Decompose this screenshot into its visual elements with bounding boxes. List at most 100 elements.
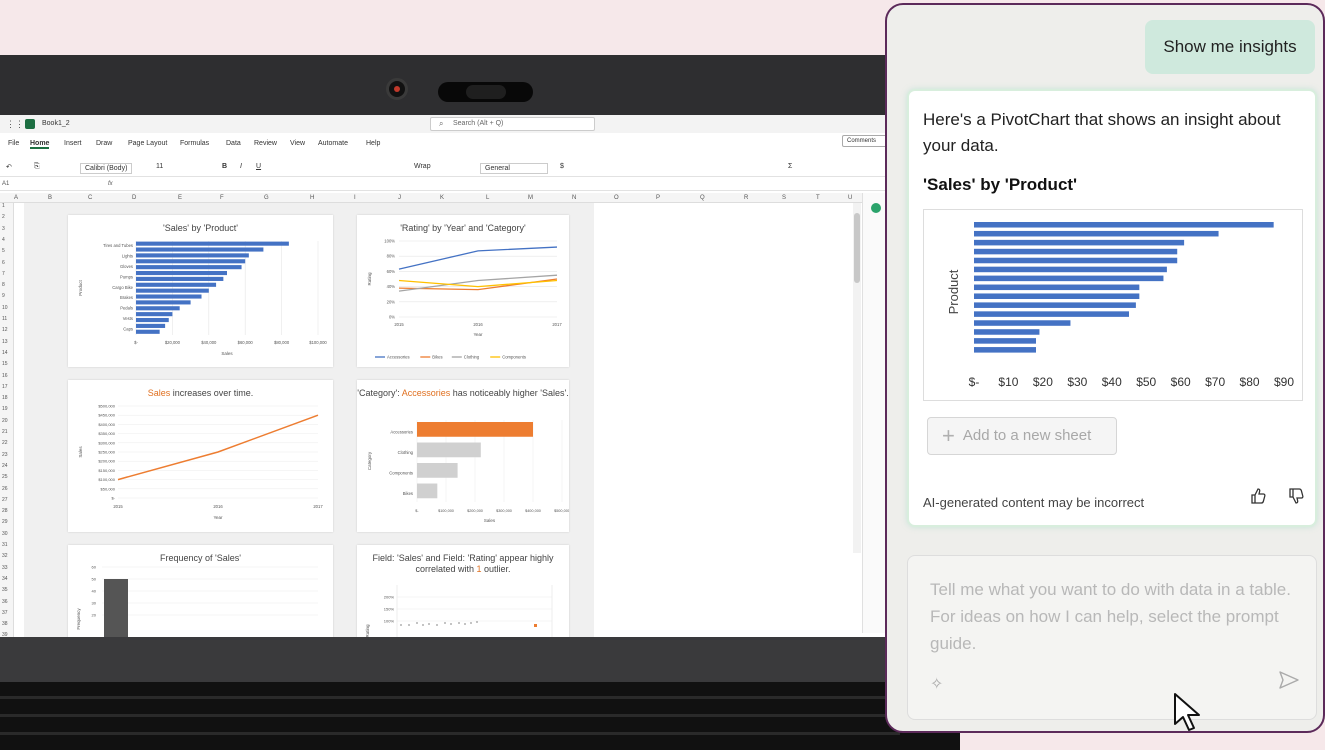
row-header[interactable]: 8 xyxy=(2,282,5,288)
worksheet-area[interactable]: 'Sales' by 'Product' Tires and Tubes Ligh… xyxy=(24,203,594,637)
column-header[interactable]: A xyxy=(14,195,18,201)
column-header[interactable]: N xyxy=(572,195,576,201)
thumbs-up-icon[interactable] xyxy=(1249,487,1267,510)
row-header[interactable]: 21 xyxy=(2,429,8,435)
column-header[interactable]: S xyxy=(782,195,786,201)
currency-icon[interactable]: $ xyxy=(560,163,564,170)
row-header[interactable]: 19 xyxy=(2,406,8,412)
menu-file[interactable]: File xyxy=(8,140,19,147)
menu-data[interactable]: Data xyxy=(226,140,241,147)
row-header[interactable]: 33 xyxy=(2,565,8,571)
column-header[interactable]: O xyxy=(614,195,619,201)
column-header[interactable]: K xyxy=(440,195,444,201)
chart-card-sales-over-time[interactable]: Sales increases over time. $- $50,000 $100… xyxy=(68,380,333,532)
column-header[interactable]: J xyxy=(398,195,401,201)
autosum-icon[interactable]: Σ xyxy=(788,163,792,170)
vertical-scrollbar[interactable] xyxy=(853,203,861,553)
row-header[interactable]: 28 xyxy=(2,508,8,514)
row-header[interactable]: 11 xyxy=(2,316,7,322)
row-header[interactable]: 22 xyxy=(2,440,8,446)
row-header[interactable]: 1 xyxy=(2,203,5,209)
column-header[interactable]: H xyxy=(310,195,314,201)
column-header[interactable]: E xyxy=(178,195,182,201)
column-header[interactable]: L xyxy=(486,195,489,201)
chart-card-correlation[interactable]: Field: 'Sales' and Field: 'Rating' appea… xyxy=(357,545,569,637)
column-header[interactable]: U xyxy=(848,195,852,201)
menu-review[interactable]: Review xyxy=(254,140,277,147)
menu-page-layout[interactable]: Page Layout xyxy=(128,140,167,147)
row-header[interactable]: 23 xyxy=(2,452,8,458)
pivot-chart[interactable]: $- $10 $20 $30 $40 $50 $60 $70 $80 $90 Product xyxy=(923,209,1303,401)
row-header[interactable]: 6 xyxy=(2,260,5,266)
column-header[interactable]: F xyxy=(220,195,224,201)
row-header[interactable]: 16 xyxy=(2,373,8,379)
row-header[interactable]: 24 xyxy=(2,463,8,469)
row-header[interactable]: 4 xyxy=(2,237,5,243)
chart-card-category-sales[interactable]: 'Category': Accessories has noticeably h… xyxy=(357,380,569,532)
menu-home[interactable]: Home xyxy=(30,140,50,149)
undo-icon[interactable]: ↶ xyxy=(6,163,12,171)
bold-icon[interactable]: B xyxy=(222,163,227,170)
add-to-new-sheet-button[interactable]: + Add to a new sheet xyxy=(927,417,1117,455)
row-header[interactable]: 18 xyxy=(2,395,8,401)
row-header[interactable]: 13 xyxy=(2,339,8,345)
row-header[interactable]: 3 xyxy=(2,226,5,232)
row-header[interactable]: 37 xyxy=(2,610,8,616)
column-header[interactable]: R xyxy=(744,195,748,201)
column-header[interactable]: M xyxy=(528,195,533,201)
prompt-input[interactable]: Tell me what you want to do with data in… xyxy=(907,555,1317,720)
column-header[interactable]: T xyxy=(816,195,820,201)
font-name-select[interactable]: Calibri (Body) xyxy=(80,163,133,174)
row-header[interactable]: 38 xyxy=(2,621,8,627)
menu-view[interactable]: View xyxy=(290,140,305,147)
row-header[interactable]: 25 xyxy=(2,474,8,480)
copilot-icon[interactable] xyxy=(871,203,881,213)
italic-icon[interactable]: I xyxy=(240,163,242,170)
row-header[interactable]: 36 xyxy=(2,599,8,605)
row-header[interactable]: 32 xyxy=(2,553,8,559)
column-header[interactable]: C xyxy=(88,195,92,201)
underline-icon[interactable]: U xyxy=(256,163,261,170)
clipboard-icon[interactable]: ⎘ xyxy=(34,163,40,171)
row-header[interactable]: 34 xyxy=(2,576,8,582)
column-header[interactable]: G xyxy=(264,195,269,201)
menu-formulas[interactable]: Formulas xyxy=(180,140,209,147)
menu-automate[interactable]: Automate xyxy=(318,140,348,147)
chart-card-rating-by-year[interactable]: 'Rating' by 'Year' and 'Category' 0% 20% 4… xyxy=(357,215,569,367)
column-header[interactable]: Q xyxy=(700,195,705,201)
number-format-select[interactable]: General xyxy=(480,163,548,174)
menu-help[interactable]: Help xyxy=(366,140,380,147)
send-icon[interactable] xyxy=(1278,670,1300,696)
chart-card-frequency[interactable]: Frequency of 'Sales' 60 50 40 30 20 Frequency xyxy=(68,545,333,637)
search-box[interactable]: ⌕ Search (Alt + Q) xyxy=(430,117,595,131)
wrap-text-button[interactable]: Wrap xyxy=(414,163,431,170)
row-header[interactable]: 20 xyxy=(2,418,8,424)
row-header[interactable]: 29 xyxy=(2,519,8,525)
row-header[interactable]: 17 xyxy=(2,384,8,390)
row-header[interactable]: 10 xyxy=(2,305,8,311)
row-header[interactable]: 30 xyxy=(2,531,8,537)
menu-insert[interactable]: Insert xyxy=(64,140,82,147)
row-header[interactable]: 14 xyxy=(2,350,8,356)
row-header[interactable]: 9 xyxy=(2,293,5,299)
font-size-select[interactable]: 11 xyxy=(156,163,163,170)
row-header[interactable]: 27 xyxy=(2,497,8,503)
chart-card-sales-by-product[interactable]: 'Sales' by 'Product' Tires and Tubes Ligh… xyxy=(68,215,333,367)
row-header[interactable]: 15 xyxy=(2,361,8,367)
column-header[interactable]: I xyxy=(354,195,356,201)
workbook-name[interactable]: Book1_2 xyxy=(42,120,70,127)
name-box[interactable]: A1 xyxy=(2,181,9,187)
row-header[interactable]: 26 xyxy=(2,486,8,492)
prompt-guide-icon[interactable]: ✧ xyxy=(930,674,943,694)
row-header[interactable]: 7 xyxy=(2,271,5,277)
row-header[interactable]: 31 xyxy=(2,542,8,548)
column-header[interactable]: B xyxy=(48,195,52,201)
row-header[interactable]: 2 xyxy=(2,214,5,220)
column-header[interactable]: D xyxy=(132,195,136,201)
row-header[interactable]: 5 xyxy=(2,248,5,254)
row-header[interactable]: 35 xyxy=(2,587,8,593)
menu-draw[interactable]: Draw xyxy=(96,140,112,147)
row-header[interactable]: 12 xyxy=(2,327,8,333)
comments-button[interactable]: Comments xyxy=(842,135,888,147)
thumbs-down-icon[interactable] xyxy=(1287,487,1305,510)
